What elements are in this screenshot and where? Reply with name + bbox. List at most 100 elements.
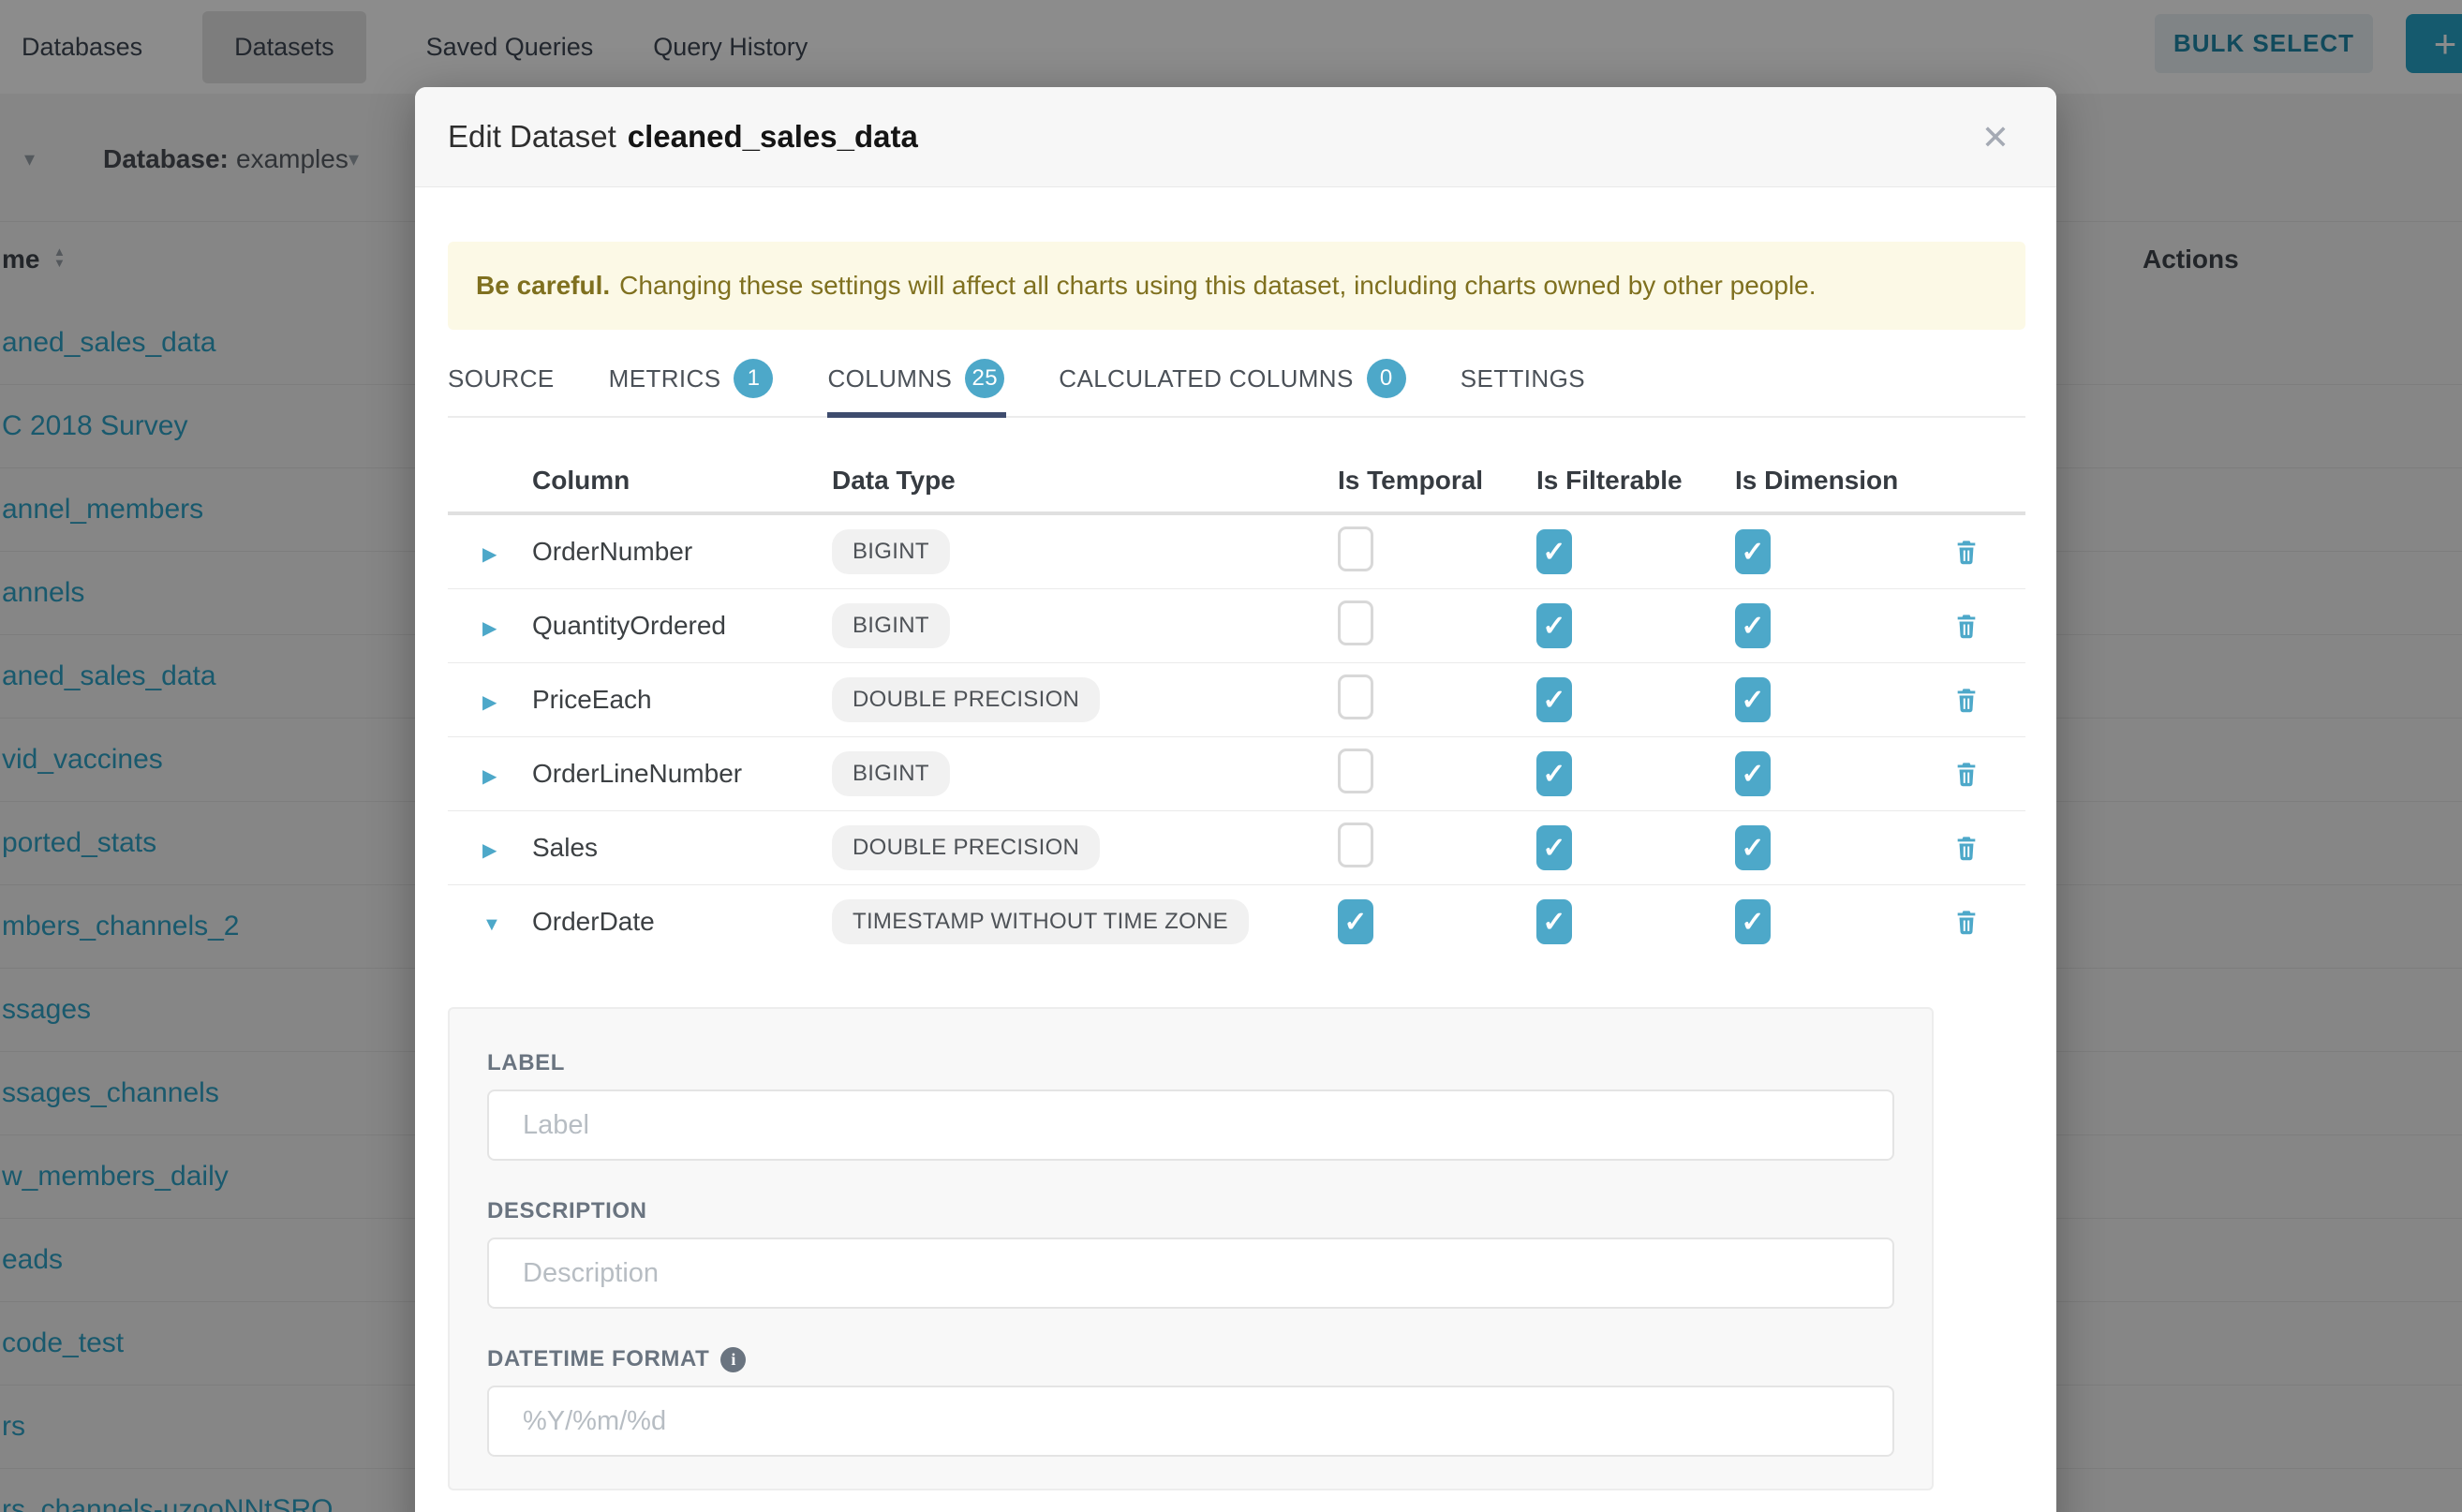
- trash-icon[interactable]: [1951, 833, 1981, 863]
- is-filterable-checkbox[interactable]: ✓: [1536, 677, 1572, 722]
- column-row-ordernumber: ▶ OrderNumber BIGINT ✓ ✓: [448, 515, 2025, 589]
- tab-count-badge: 1: [734, 359, 773, 398]
- warning-text: Changing these settings will affect all …: [619, 271, 1816, 301]
- column-name: OrderNumber: [532, 537, 692, 566]
- is-temporal-checkbox[interactable]: [1338, 526, 1373, 571]
- caret-right-icon[interactable]: ▶: [482, 840, 497, 861]
- column-name: QuantityOrdered: [532, 611, 726, 640]
- modal-title-prefix: Edit Dataset: [448, 119, 616, 154]
- tab-label: COLUMNS: [827, 364, 952, 393]
- is-dimension-checkbox[interactable]: ✓: [1735, 751, 1771, 796]
- tab-label: CALCULATED COLUMNS: [1059, 364, 1353, 393]
- is-filterable-header: Is Filterable: [1536, 466, 1735, 496]
- data-type-pill: BIGINT: [832, 751, 950, 796]
- check-icon: ✓: [1542, 684, 1565, 717]
- app-window: DatabasesDatasetsSaved QueriesQuery Hist…: [0, 0, 2462, 1512]
- caret-right-icon[interactable]: ▶: [482, 692, 497, 713]
- field-label: LABEL: [487, 1050, 565, 1076]
- tab-calculated-columns[interactable]: CALCULATED COLUMNS 0: [1059, 356, 1407, 416]
- trash-icon[interactable]: [1951, 759, 1981, 789]
- trash-icon[interactable]: [1951, 685, 1981, 715]
- tab-label: METRICS: [609, 364, 721, 393]
- caret-right-icon[interactable]: ▶: [482, 766, 497, 787]
- modal-title: Edit Dataset cleaned_sales_data: [448, 119, 918, 155]
- field-label: DATETIME FORMAT: [487, 1346, 709, 1372]
- modal-body: Be careful. Changing these settings will…: [415, 187, 2056, 1490]
- check-icon: ✓: [1741, 684, 1764, 717]
- tab-metrics[interactable]: METRICS 1: [609, 356, 776, 416]
- data-type-pill: TIMESTAMP WITHOUT TIME ZONE: [832, 899, 1249, 944]
- is-dimension-checkbox[interactable]: ✓: [1735, 529, 1771, 574]
- data-type-header: Data Type: [832, 466, 1338, 496]
- is-dimension-header: Is Dimension: [1735, 466, 1934, 496]
- columns-table-header: Column Data Type Is Temporal Is Filterab…: [448, 450, 2025, 515]
- check-icon: ✓: [1741, 832, 1764, 865]
- is-temporal-checkbox[interactable]: ✓: [1338, 899, 1373, 944]
- check-icon: ✓: [1741, 758, 1764, 791]
- trash-icon[interactable]: [1951, 907, 1981, 937]
- check-icon: ✓: [1741, 610, 1764, 643]
- close-icon[interactable]: ✕: [1981, 87, 2010, 187]
- is-temporal-header: Is Temporal: [1338, 466, 1536, 496]
- is-dimension-checkbox[interactable]: ✓: [1735, 825, 1771, 870]
- check-icon: ✓: [1542, 832, 1565, 865]
- column-name: OrderDate: [532, 907, 655, 936]
- check-icon: ✓: [1542, 610, 1565, 643]
- is-dimension-checkbox[interactable]: ✓: [1735, 677, 1771, 722]
- check-icon: ✓: [1741, 536, 1764, 569]
- is-dimension-checkbox[interactable]: ✓: [1735, 603, 1771, 648]
- data-type-pill: DOUBLE PRECISION: [832, 825, 1100, 870]
- check-icon: ✓: [1343, 906, 1367, 939]
- field-datetime-format: DATETIME FORMAT i: [487, 1346, 1894, 1457]
- tab-source[interactable]: SOURCE: [448, 356, 556, 416]
- is-filterable-checkbox[interactable]: ✓: [1536, 751, 1572, 796]
- check-icon: ✓: [1542, 536, 1565, 569]
- trash-icon[interactable]: [1951, 611, 1981, 641]
- is-filterable-checkbox[interactable]: ✓: [1536, 825, 1572, 870]
- is-filterable-checkbox[interactable]: ✓: [1536, 603, 1572, 648]
- dataset-name: cleaned_sales_data: [628, 119, 918, 154]
- datetime-format-input[interactable]: [487, 1386, 1894, 1457]
- is-temporal-checkbox[interactable]: [1338, 823, 1373, 867]
- is-temporal-checkbox[interactable]: [1338, 600, 1373, 645]
- column-row-orderdate: ▼ OrderDate TIMESTAMP WITHOUT TIME ZONE …: [448, 885, 2025, 958]
- tab-label: SETTINGS: [1461, 364, 1585, 393]
- is-temporal-checkbox[interactable]: [1338, 674, 1373, 719]
- edit-dataset-modal: Edit Dataset cleaned_sales_data ✕ Be care…: [415, 87, 2056, 1512]
- column-name: OrderLineNumber: [532, 759, 742, 788]
- column-settings-panel: LABEL DESCRIPTION DATETIME FORMAT i: [448, 1007, 1934, 1490]
- info-icon[interactable]: i: [720, 1347, 746, 1372]
- column-settings-fields: LABEL DESCRIPTION DATETIME FORMAT i: [487, 1050, 1894, 1457]
- column-row-quantityordered: ▶ QuantityOrdered BIGINT ✓ ✓: [448, 589, 2025, 663]
- description-input[interactable]: [487, 1238, 1894, 1309]
- column-header: Column: [532, 466, 832, 496]
- column-name: Sales: [532, 833, 598, 862]
- label-input[interactable]: [487, 1090, 1894, 1161]
- field-label: DESCRIPTION: [487, 1198, 647, 1224]
- column-row-sales: ▶ Sales DOUBLE PRECISION ✓ ✓: [448, 811, 2025, 885]
- trash-icon[interactable]: [1951, 537, 1981, 567]
- tab-count-badge: 25: [965, 359, 1004, 398]
- column-row-orderlinenumber: ▶ OrderLineNumber BIGINT ✓ ✓: [448, 737, 2025, 811]
- is-temporal-checkbox[interactable]: [1338, 749, 1373, 793]
- is-dimension-checkbox[interactable]: ✓: [1735, 899, 1771, 944]
- column-row-priceeach: ▶ PriceEach DOUBLE PRECISION ✓ ✓: [448, 663, 2025, 737]
- modal-header: Edit Dataset cleaned_sales_data ✕: [415, 87, 2056, 187]
- modal-tabs: SOURCE METRICS 1 COLUMNS 25 CALCULATED COL…: [448, 356, 2025, 418]
- tab-count-badge: 0: [1367, 359, 1406, 398]
- is-filterable-checkbox[interactable]: ✓: [1536, 529, 1572, 574]
- data-type-pill: DOUBLE PRECISION: [832, 677, 1100, 722]
- caret-down-icon[interactable]: ▼: [482, 914, 501, 935]
- tab-columns[interactable]: COLUMNS 25: [827, 356, 1006, 416]
- data-type-pill: BIGINT: [832, 603, 950, 648]
- check-icon: ✓: [1741, 906, 1764, 939]
- caret-right-icon[interactable]: ▶: [482, 544, 497, 565]
- is-filterable-checkbox[interactable]: ✓: [1536, 899, 1572, 944]
- check-icon: ✓: [1542, 758, 1565, 791]
- check-icon: ✓: [1542, 906, 1565, 939]
- field-label: LABEL: [487, 1050, 1894, 1161]
- columns-table-rows: ▶ OrderNumber BIGINT ✓ ✓ ▶ QuantityOrder…: [448, 515, 2025, 958]
- tab-settings[interactable]: SETTINGS: [1461, 356, 1587, 416]
- data-type-pill: BIGINT: [832, 529, 950, 574]
- caret-right-icon[interactable]: ▶: [482, 618, 497, 639]
